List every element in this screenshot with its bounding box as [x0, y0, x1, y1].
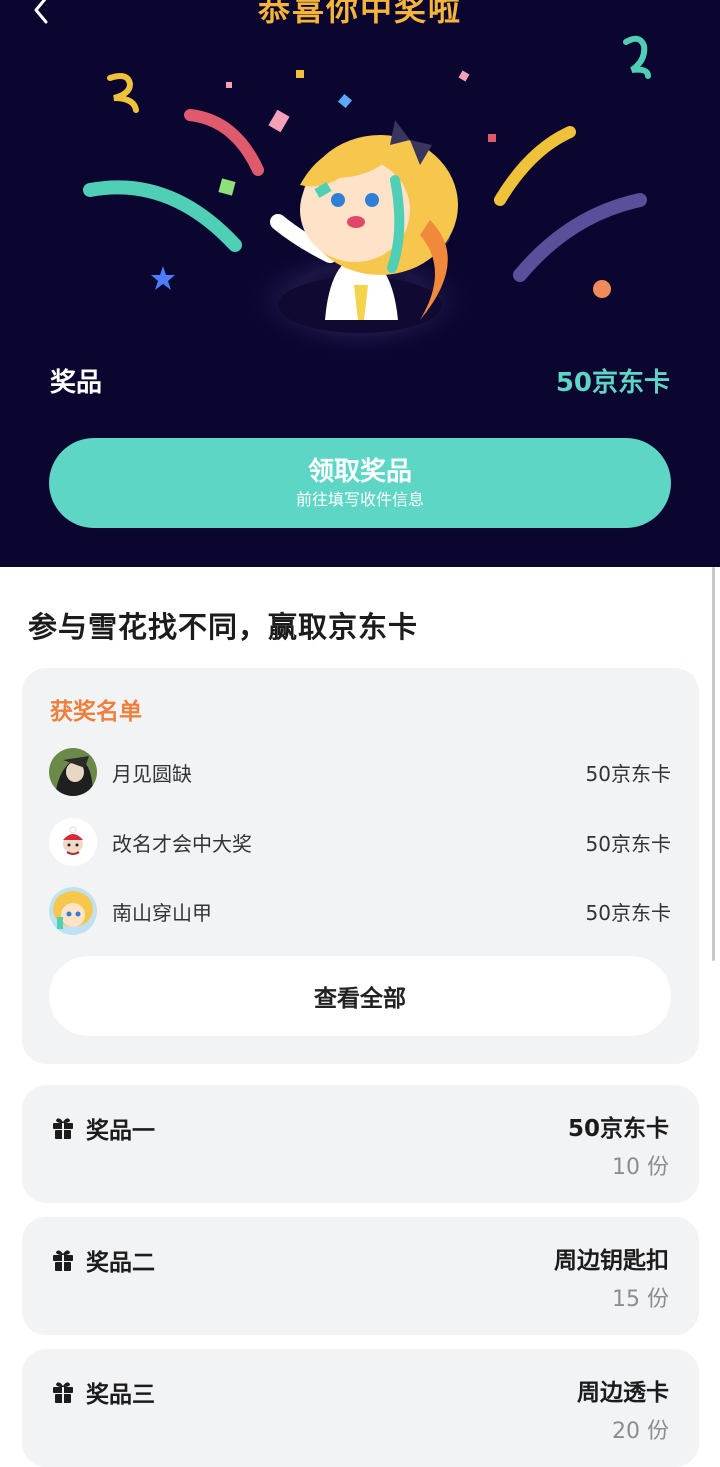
winner-prize: 50京东卡 — [585, 831, 671, 856]
winner-prize: 50京东卡 — [585, 900, 671, 925]
winners-card: 获奖名单 月见圆缺 50京东卡 改名才会中大奖 50京东卡 南山穿山甲 50京东… — [22, 668, 699, 1064]
prize-count: 10 份 — [612, 1155, 669, 1180]
prize-card: 奖品三 周边透卡 20 份 — [22, 1349, 699, 1467]
prize-name: 奖品三 — [86, 1382, 155, 1408]
scrollbar[interactable] — [712, 567, 715, 961]
prize-name: 奖品一 — [86, 1118, 155, 1144]
activity-title: 参与雪花找不同，赢取京东卡 — [28, 610, 419, 644]
celebration-illustration — [83, 35, 651, 358]
winners-title: 获奖名单 — [50, 699, 142, 725]
prize-card: 奖品一 50京东卡 10 份 — [22, 1085, 699, 1203]
prize-card-value: 50京东卡 — [567, 1116, 669, 1142]
claim-prize-button[interactable]: 领取奖品 前往填写收件信息 — [49, 438, 671, 528]
view-all-button[interactable]: 查看全部 — [49, 956, 671, 1036]
claim-button-label: 领取奖品 — [307, 457, 412, 487]
prize-count: 15 份 — [612, 1287, 669, 1312]
prize-card-value: 周边钥匙扣 — [554, 1248, 669, 1274]
winner-row: 改名才会中大奖 50京东卡 — [49, 817, 671, 867]
prize-name: 奖品二 — [86, 1250, 155, 1276]
prize-card: 奖品二 周边钥匙扣 15 份 — [22, 1217, 699, 1335]
avatar — [49, 818, 97, 866]
gift-icon — [53, 1250, 73, 1271]
winner-name: 改名才会中大奖 — [112, 831, 252, 856]
gift-icon — [53, 1382, 73, 1403]
winner-prize: 50京东卡 — [585, 761, 671, 786]
winner-name: 南山穿山甲 — [112, 900, 212, 925]
prize-row: 奖品 50京东卡 — [50, 360, 670, 400]
avatar — [49, 748, 97, 796]
result-hero: 恭喜你中奖啦 奖品 50京东卡 领取奖品 前往填写收件信息 — [0, 0, 720, 567]
avatar — [49, 887, 97, 935]
gift-icon — [53, 1118, 73, 1139]
prize-card-value: 周边透卡 — [577, 1380, 669, 1406]
winner-row: 月见圆缺 50京东卡 — [49, 747, 671, 797]
claim-button-subtext: 前往填写收件信息 — [295, 490, 424, 509]
winner-row: 南山穿山甲 50京东卡 — [49, 886, 671, 936]
prize-value: 50京东卡 — [555, 367, 670, 398]
prize-label: 奖品 — [50, 367, 103, 398]
prize-count: 20 份 — [612, 1419, 669, 1444]
winner-name: 月见圆缺 — [112, 761, 192, 786]
